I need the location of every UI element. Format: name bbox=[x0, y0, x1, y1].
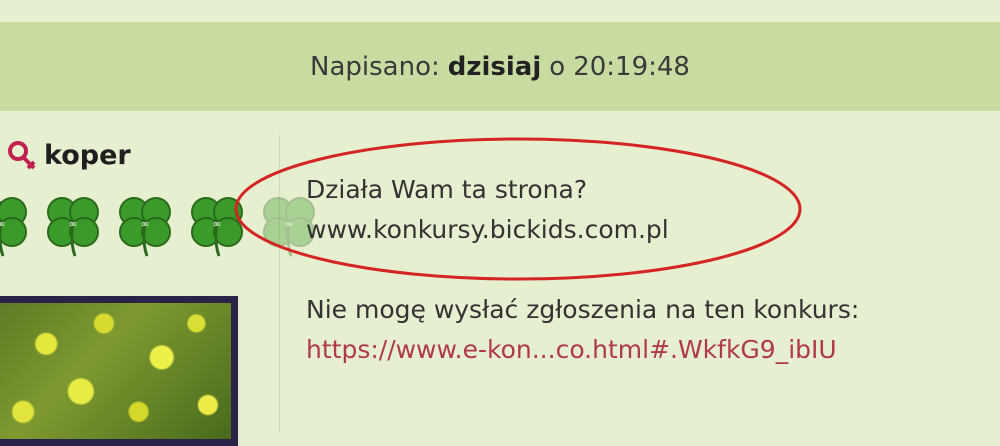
female-symbol-icon bbox=[8, 141, 36, 170]
clover-icon: ∞ bbox=[0, 197, 27, 257]
svg-text:∞: ∞ bbox=[141, 219, 149, 230]
svg-text:∞: ∞ bbox=[213, 219, 221, 230]
post-date-label: Napisano: bbox=[310, 51, 440, 82]
red-ellipse-annotation bbox=[234, 137, 802, 281]
message-line: Nie mogę wysłać zgłoszenia na ten konkur… bbox=[306, 295, 860, 324]
user-avatar[interactable] bbox=[0, 296, 238, 446]
post-author[interactable]: koper bbox=[4, 135, 131, 175]
clover-icon: ∞ bbox=[119, 197, 171, 257]
post-time: 20:19:48 bbox=[573, 51, 690, 82]
post-link[interactable]: https://www.e-kon...co.html#.WkfkG9_ibIU bbox=[306, 335, 837, 364]
author-name[interactable]: koper bbox=[44, 140, 131, 171]
post-date-connector: o bbox=[549, 51, 566, 82]
svg-text:∞: ∞ bbox=[0, 219, 5, 230]
top-strip bbox=[0, 0, 1000, 22]
post-header: Napisano: dzisiaj o 20:19:48 bbox=[0, 22, 1000, 111]
clover-icon: ∞ bbox=[47, 197, 99, 257]
post-date-day: dzisiaj bbox=[447, 51, 542, 82]
svg-text:∞: ∞ bbox=[69, 219, 77, 230]
